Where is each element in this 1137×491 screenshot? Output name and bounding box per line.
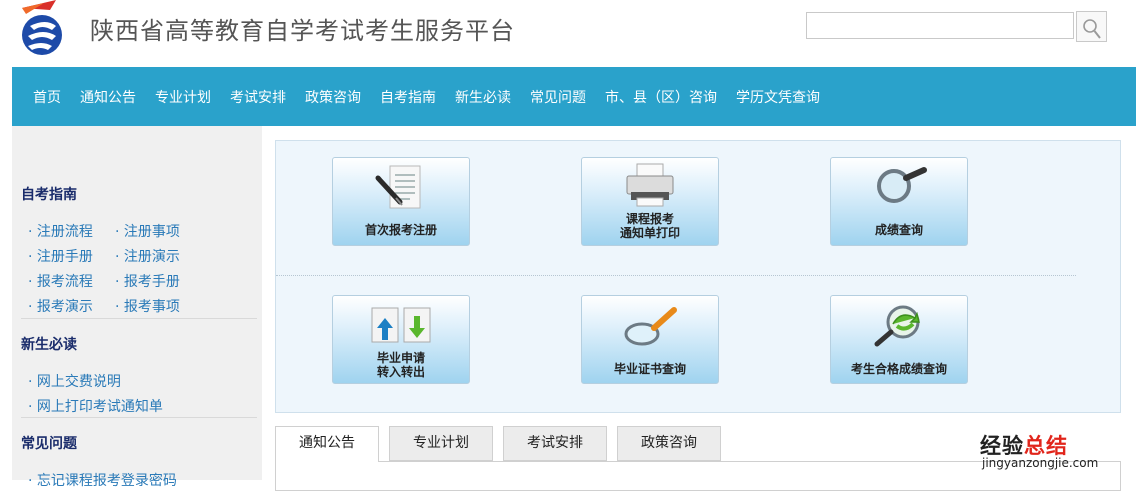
print-notice-button[interactable]: 课程报考 通知单打印 — [581, 157, 719, 246]
sidebar-link-apply-process[interactable]: 报考流程 — [28, 271, 93, 291]
watermark-title-highlight: 总结 — [1024, 434, 1068, 458]
service-label: 毕业证书查询 — [613, 362, 686, 376]
tab-policy-consulting[interactable]: 政策咨询 — [617, 426, 721, 461]
sidebar: 自考指南 注册流程 注册事项 注册手册 注册演示 报考流程 报考手册 报考演示 … — [12, 126, 262, 489]
tab-major-plans[interactable]: 专业计划 — [389, 426, 493, 461]
service-label: 毕业申请 转入转出 — [376, 351, 425, 379]
sidebar-title-freshman: 新生必读 — [21, 337, 77, 353]
tab-exam-schedule[interactable]: 考试安排 — [503, 426, 607, 461]
graduation-transfer-button[interactable]: 毕业申请 转入转出 — [332, 295, 470, 384]
watermark-title-prefix: 经验 — [980, 434, 1024, 458]
nav-item-faq[interactable]: 常见问题 — [530, 87, 586, 107]
site-title: 陕西省高等教育自学考试考生服务平台 — [90, 17, 515, 45]
sidebar-link-apply-notes[interactable]: 报考事项 — [115, 296, 180, 316]
panel-divider — [276, 275, 1076, 276]
nav-item-diploma-query[interactable]: 学历文凭查询 — [736, 87, 820, 107]
qualified-score-search-icon — [874, 305, 920, 347]
nav-item-major-plans[interactable]: 专业计划 — [155, 87, 211, 107]
nav-item-notices[interactable]: 通知公告 — [80, 87, 136, 107]
sidebar-link-print-notice[interactable]: 网上打印考试通知单 — [28, 396, 163, 416]
sidebar-link-register-notes[interactable]: 注册事项 — [115, 221, 180, 241]
magnifier-icon — [877, 167, 927, 203]
sidebar-title-faq: 常见问题 — [21, 436, 77, 452]
watermark-url: jingyanzongjie.com — [982, 456, 1099, 470]
sidebar-link-apply-manual[interactable]: 报考手册 — [115, 271, 180, 291]
sidebar-divider — [21, 417, 257, 418]
nav-item-home[interactable]: 首页 — [33, 87, 61, 107]
site-logo-icon[interactable] — [16, 0, 66, 56]
nav-item-exam-schedule[interactable]: 考试安排 — [230, 87, 286, 107]
printer-icon — [626, 163, 674, 207]
service-label: 成绩查询 — [874, 223, 923, 237]
nav-item-policy-consulting[interactable]: 政策咨询 — [305, 87, 361, 107]
sidebar-link-register-manual[interactable]: 注册手册 — [28, 246, 93, 266]
first-registration-button[interactable]: 首次报考注册 — [332, 157, 470, 246]
search-input[interactable] — [806, 12, 1074, 39]
header: 陕西省高等教育自学考试考生服务平台 — [0, 0, 1137, 66]
watermark: 经验总结 jingyanzongjie.com — [980, 430, 1110, 474]
sidebar-link-apply-demo[interactable]: 报考演示 — [28, 296, 93, 316]
service-label: 首次报考注册 — [364, 223, 437, 237]
search-icon — [1082, 18, 1101, 39]
service-panel: 首次报考注册 课程报考 通知单打印 成绩查询 毕业申请 转入转出 毕业证书查询 … — [275, 140, 1121, 413]
sidebar-link-forgot-password[interactable]: 忘记课程报考登录密码 — [28, 470, 177, 490]
score-query-button[interactable]: 成绩查询 — [830, 157, 968, 246]
sidebar-link-payment[interactable]: 网上交费说明 — [28, 371, 121, 391]
nav-item-self-study-guide[interactable]: 自考指南 — [380, 87, 436, 107]
sidebar-link-register-demo[interactable]: 注册演示 — [115, 246, 180, 266]
service-label: 课程报考 通知单打印 — [619, 212, 680, 240]
transfer-documents-icon — [371, 307, 431, 343]
main-nav: 首页 通知公告 专业计划 考试安排 政策咨询 自考指南 新生必读 常见问题 市、县（区）咨询 学历… — [12, 67, 1136, 126]
sidebar-divider — [21, 318, 257, 319]
sidebar-title-guide: 自考指南 — [21, 187, 77, 203]
search-button[interactable] — [1076, 11, 1107, 42]
nav-item-freshman-guide[interactable]: 新生必读 — [455, 87, 511, 107]
tab-notices[interactable]: 通知公告 — [275, 426, 379, 462]
qualified-score-query-button[interactable]: 考生合格成绩查询 — [830, 295, 968, 384]
service-label: 考生合格成绩查询 — [850, 362, 947, 376]
certificate-query-button[interactable]: 毕业证书查询 — [581, 295, 719, 384]
certificate-search-icon — [624, 307, 677, 346]
document-pen-icon — [375, 165, 421, 209]
nav-item-city-county-consulting[interactable]: 市、县（区）咨询 — [605, 87, 717, 107]
sidebar-link-register-process[interactable]: 注册流程 — [28, 221, 93, 241]
